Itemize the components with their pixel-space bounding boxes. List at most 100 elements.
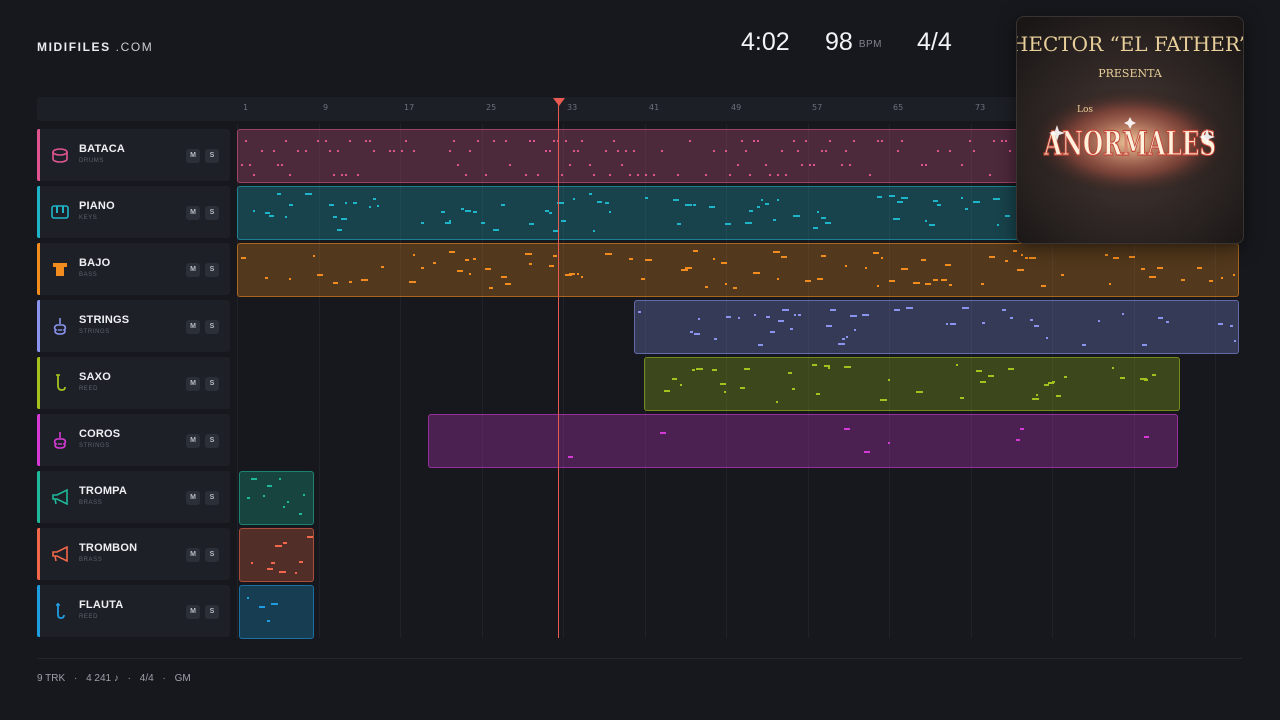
playhead[interactable] (558, 103, 559, 638)
solo-button[interactable]: S (205, 149, 219, 163)
midi-region-piano[interactable] (237, 186, 1018, 240)
file-summary: 9 TRK · 4 241 ♪ · 4/4 · GM (37, 673, 197, 684)
midi-region-bataca[interactable] (237, 129, 1018, 183)
album-presents: PRESENTA (1098, 67, 1163, 80)
track-category: DRUMS (79, 158, 104, 164)
bar-number: 65 (893, 103, 904, 112)
separator: · (73, 673, 78, 684)
track-header-coros[interactable]: COROS STRINGS M S (37, 414, 230, 466)
horn-icon (52, 488, 68, 506)
solo-button[interactable]: S (205, 206, 219, 220)
track-name: TROMPA (79, 485, 128, 497)
bar-number: 9 (323, 103, 329, 112)
footer-time-signature: 4/4 (139, 673, 154, 684)
track-name: TROMBON (79, 542, 138, 554)
track-category: BRASS (79, 500, 103, 506)
site-logo[interactable]: MIDIFILES .COM (37, 40, 153, 54)
track-color-bar (37, 243, 40, 295)
solo-button[interactable]: S (205, 377, 219, 391)
track-name: COROS (79, 428, 121, 440)
track-color-bar (37, 186, 40, 238)
track-header-saxo[interactable]: SAXO REED M S (37, 357, 230, 409)
album-title: ANORMALES (1043, 124, 1216, 164)
time-signature-value: 4/4 (917, 28, 952, 56)
mute-button[interactable]: M (186, 491, 200, 505)
midi-standard: GM (174, 673, 191, 684)
solo-button[interactable]: S (205, 548, 219, 562)
mute-button[interactable]: M (186, 548, 200, 562)
midi-region-strings[interactable] (634, 300, 1239, 354)
flute-icon (56, 603, 65, 619)
time-signature-display: 4/4 (917, 28, 952, 57)
solo-button[interactable]: S (205, 263, 219, 277)
album-cover-art: HECTOR “EL FATHER” PRESENTA Los ANORMALE… (1017, 17, 1243, 243)
violin-icon (53, 318, 67, 335)
track-name: SAXO (79, 371, 111, 383)
midi-region-flauta[interactable] (239, 585, 314, 639)
bar-number: 73 (975, 103, 986, 112)
tempo-unit: BPM (858, 39, 882, 50)
bar-number: 1 (243, 103, 249, 112)
note-pattern (247, 597, 278, 622)
mute-button[interactable]: M (186, 605, 200, 619)
solo-button[interactable]: S (205, 605, 219, 619)
midi-region-trombon[interactable] (239, 528, 314, 582)
track-category: STRINGS (79, 443, 110, 449)
track-header-piano[interactable]: PIANO KEYS M S (37, 186, 230, 238)
piano-icon (51, 205, 69, 219)
drum-icon (52, 148, 68, 163)
album-los: Los (1077, 105, 1093, 115)
brand-bold: MIDIFILES (37, 40, 111, 54)
note-count: 4 241 ♪ (86, 673, 119, 684)
track-color-bar (37, 585, 40, 637)
solo-button[interactable]: S (205, 434, 219, 448)
duration-value: 4:02 (741, 28, 790, 56)
solo-button[interactable]: S (205, 491, 219, 505)
track-header-trompa[interactable]: TROMPA BRASS M S (37, 471, 230, 523)
tempo-display: 98 BPM (825, 28, 882, 57)
track-category: KEYS (79, 215, 98, 221)
footer-divider (37, 658, 1242, 659)
track-color-bar (37, 528, 40, 580)
note-pattern (247, 478, 305, 515)
note-pattern (568, 428, 1149, 458)
note-pattern (241, 250, 1235, 289)
track-color-bar (37, 471, 40, 523)
mute-button[interactable]: M (186, 263, 200, 277)
track-header-trombon[interactable]: TROMBON BRASS M S (37, 528, 230, 580)
track-header-bajo[interactable]: BAJO BASS M S (37, 243, 230, 295)
track-category: BASS (79, 272, 98, 278)
track-header-flauta[interactable]: FLAUTA REED M S (37, 585, 230, 637)
bar-number: 33 (567, 103, 578, 112)
track-category: REED (79, 614, 99, 620)
midi-region-coros[interactable] (428, 414, 1178, 468)
mute-button[interactable]: M (186, 206, 200, 220)
mute-button[interactable]: M (186, 377, 200, 391)
trombone-icon (52, 545, 68, 563)
separator: · (127, 673, 132, 684)
midi-region-trompa[interactable] (239, 471, 314, 525)
brand-domain: .COM (115, 40, 154, 54)
track-name: PIANO (79, 200, 115, 212)
playhead-handle[interactable] (553, 98, 565, 106)
separator: · (162, 673, 166, 684)
violin-icon (53, 432, 67, 449)
mute-button[interactable]: M (186, 149, 200, 163)
track-name: BAJO (79, 257, 111, 269)
track-category: BRASS (79, 557, 103, 563)
mute-button[interactable]: M (186, 434, 200, 448)
bass-icon (53, 263, 67, 276)
solo-button[interactable]: S (205, 320, 219, 334)
midi-region-bajo[interactable] (237, 243, 1239, 297)
midi-region-saxo[interactable] (644, 357, 1180, 411)
track-color-bar (37, 300, 40, 352)
bar-number: 57 (812, 103, 823, 112)
mute-button[interactable]: M (186, 320, 200, 334)
track-header-bataca[interactable]: BATACA DRUMS M S (37, 129, 230, 181)
track-category: STRINGS (79, 329, 110, 335)
track-header-strings[interactable]: STRINGS STRINGS M S (37, 300, 230, 352)
track-name: BATACA (79, 143, 126, 155)
bar-number: 25 (486, 103, 497, 112)
note-pattern (241, 140, 1011, 176)
duration-display: 4:02 (741, 28, 790, 57)
